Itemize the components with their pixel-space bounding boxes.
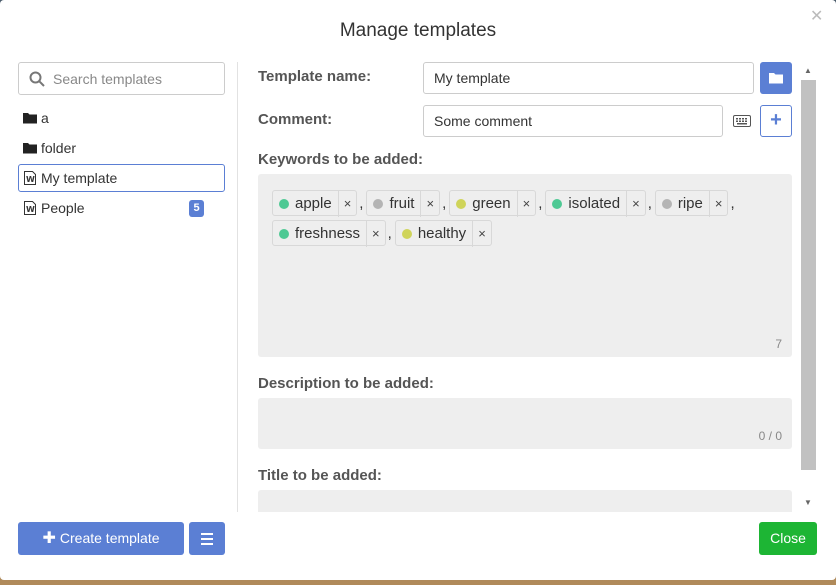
keyword-color-dot bbox=[661, 199, 672, 209]
count-badge: 5 bbox=[189, 200, 204, 217]
keyword-separator: , bbox=[730, 195, 735, 212]
tree-item-folder[interactable]: folder bbox=[18, 134, 225, 162]
keyword-separator: , bbox=[442, 195, 447, 212]
keyword-chip-wrap: green ×, bbox=[449, 190, 545, 217]
svg-text:W: W bbox=[26, 205, 35, 214]
keyword-chip-wrap: healthy × bbox=[394, 220, 492, 247]
folder-icon bbox=[769, 73, 783, 84]
keyword-separator: , bbox=[538, 195, 543, 212]
keyword-chip-wrap: ripe ×, bbox=[654, 190, 738, 217]
remove-keyword-icon[interactable]: × bbox=[337, 191, 357, 217]
search-box[interactable] bbox=[18, 62, 225, 95]
keyword-text: green bbox=[472, 195, 511, 212]
add-comment-button[interactable]: + bbox=[760, 105, 792, 137]
comment-input[interactable]: Some comment bbox=[423, 105, 723, 137]
keyword-chip[interactable]: ripe × bbox=[654, 190, 729, 217]
description-counter: 0 / 0 bbox=[758, 429, 782, 443]
keyword-chip[interactable]: healthy × bbox=[394, 220, 492, 247]
title-label: Title to be added: bbox=[258, 467, 382, 484]
comment-label: Comment: bbox=[258, 111, 333, 128]
keyword-text: fruit bbox=[389, 195, 415, 212]
keyword-chip[interactable]: fruit × bbox=[366, 190, 441, 217]
hamburger-icon bbox=[201, 533, 213, 535]
keyword-color-dot bbox=[456, 199, 467, 209]
menu-button[interactable] bbox=[189, 522, 225, 555]
remove-keyword-icon[interactable]: × bbox=[366, 221, 385, 247]
tree-item-label: My template bbox=[41, 170, 118, 186]
keyword-text: healthy bbox=[417, 225, 467, 242]
keyword-text: apple bbox=[295, 195, 332, 212]
plus-icon: ✚ bbox=[42, 530, 56, 547]
keyword-separator: , bbox=[647, 195, 652, 212]
remove-keyword-icon[interactable]: × bbox=[708, 191, 728, 217]
keyword-chip-wrap: apple ×, bbox=[272, 190, 366, 217]
remove-keyword-icon[interactable]: × bbox=[516, 191, 536, 217]
template-name-label: Template name: bbox=[258, 68, 372, 85]
keyword-text: isolated bbox=[568, 195, 621, 212]
description-input[interactable]: 0 / 0 bbox=[258, 398, 792, 449]
keyword-text: freshness bbox=[295, 225, 361, 242]
keyword-chip[interactable]: freshness × bbox=[272, 220, 386, 247]
tree-item-folder-a[interactable]: a bbox=[18, 104, 225, 132]
template-name-input[interactable]: My template bbox=[423, 62, 754, 94]
word-document-icon: W bbox=[24, 171, 36, 185]
scroll-down-arrow-icon[interactable]: ▼ bbox=[804, 498, 812, 507]
title-input[interactable] bbox=[258, 490, 792, 512]
search-icon bbox=[29, 71, 45, 87]
keyword-chip-wrap: freshness ×, bbox=[272, 220, 395, 247]
remove-keyword-icon[interactable]: × bbox=[420, 191, 439, 217]
folder-icon bbox=[23, 113, 37, 124]
folder-icon bbox=[23, 143, 37, 154]
panel-divider bbox=[237, 62, 238, 512]
keyword-color-dot bbox=[401, 229, 412, 239]
tree-item-people[interactable]: W People 5 bbox=[18, 194, 225, 222]
form-scrollbar[interactable]: ▲ ▼ bbox=[801, 62, 816, 512]
manage-templates-dialog: Manage templates ✕ a folder W My bbox=[0, 0, 836, 580]
remove-keyword-icon[interactable]: × bbox=[626, 191, 645, 217]
keyword-chip[interactable]: apple × bbox=[272, 190, 358, 217]
close-icon[interactable]: ✕ bbox=[810, 9, 824, 25]
keywords-count: 7 bbox=[775, 337, 782, 351]
keyboard-icon[interactable] bbox=[733, 115, 751, 127]
description-label: Description to be added: bbox=[258, 375, 434, 392]
keywords-label: Keywords to be added: bbox=[258, 151, 424, 168]
close-button[interactable]: Close bbox=[759, 522, 817, 555]
tree-item-label: a bbox=[41, 110, 49, 126]
keyword-color-dot bbox=[373, 199, 384, 209]
keyword-separator: , bbox=[359, 195, 364, 212]
dialog-title: Manage templates bbox=[339, 20, 497, 41]
keyword-chips: apple ×, fruit ×, green ×, isolated ×, ripe × ,fre… bbox=[272, 190, 782, 250]
keyword-text: ripe bbox=[677, 195, 703, 212]
remove-keyword-icon[interactable]: × bbox=[472, 221, 491, 247]
tree-item-label: People bbox=[41, 200, 85, 216]
keyword-separator: , bbox=[387, 225, 392, 242]
keyword-chip[interactable]: green × bbox=[449, 190, 537, 217]
svg-text:W: W bbox=[26, 175, 35, 184]
tree-item-label: folder bbox=[41, 140, 77, 156]
scroll-up-arrow-icon[interactable]: ▲ bbox=[804, 66, 812, 75]
scroll-thumb[interactable] bbox=[801, 80, 816, 470]
keyword-chip[interactable]: isolated × bbox=[545, 190, 646, 217]
keyword-color-dot bbox=[279, 229, 289, 239]
keywords-area[interactable]: apple ×, fruit ×, green ×, isolated ×, ripe × ,fre… bbox=[258, 174, 792, 357]
keyword-color-dot bbox=[279, 199, 289, 209]
create-template-label: Create template bbox=[59, 530, 160, 546]
template-tree: a folder W My template W People 5 bbox=[18, 104, 225, 224]
choose-folder-button[interactable] bbox=[760, 62, 792, 94]
keyword-chip-wrap: fruit ×, bbox=[366, 190, 449, 217]
create-template-button[interactable]: ✚ Create template bbox=[18, 522, 184, 555]
keyword-color-dot bbox=[552, 199, 563, 209]
tree-item-my-template[interactable]: W My template bbox=[18, 164, 225, 192]
word-document-icon: W bbox=[24, 201, 36, 215]
search-input[interactable] bbox=[51, 63, 221, 94]
keyword-chip-wrap: isolated ×, bbox=[545, 190, 654, 217]
